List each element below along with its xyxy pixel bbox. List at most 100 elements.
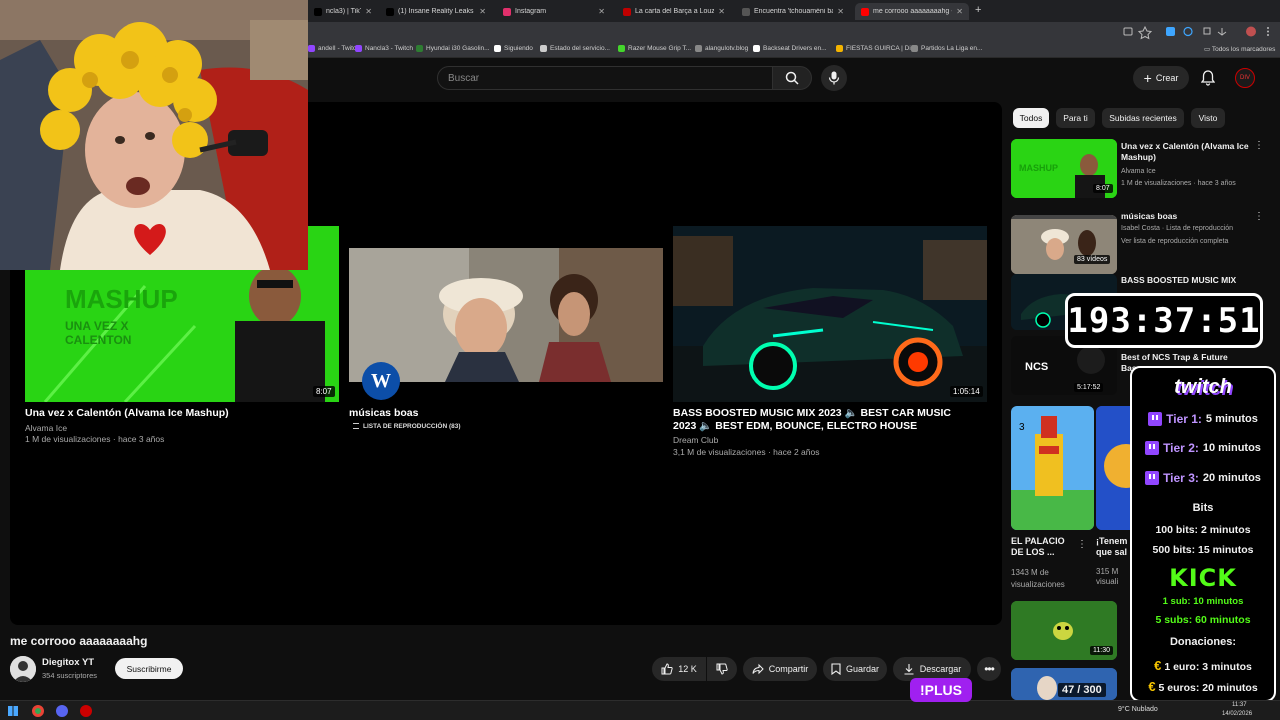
kick-logo: KICK <box>1169 564 1237 592</box>
browser-tab-1[interactable]: ncla3) | TikTok ✕ <box>308 3 378 20</box>
tab-favicon <box>386 7 394 16</box>
notifications-button[interactable] <box>1198 68 1218 88</box>
end-screen-views-1: 1 M de visualizaciones · hace 3 años <box>25 434 165 444</box>
all-bookmarks[interactable]: ▭ Todos los marcadores <box>1204 45 1275 53</box>
app-taskbar-icon[interactable] <box>56 705 68 717</box>
short-thumb-1[interactable]: 3 <box>1011 406 1094 530</box>
account-avatar[interactable]: DIV <box>1235 68 1255 88</box>
bookmark-item[interactable]: andelI - Twitch <box>308 45 360 52</box>
end-screen-title-2[interactable]: músicas boas <box>349 407 663 420</box>
end-screen-title-3[interactable]: BASS BOOSTED MUSIC MIX 2023 🔈 BEST CAR M… <box>673 407 973 433</box>
bookmark-item[interactable]: alangulotv.blog <box>695 45 748 52</box>
bookmark-favicon <box>416 45 423 52</box>
like-button[interactable]: 12 K <box>652 657 706 681</box>
short-title-2[interactable]: ¡Tenem que sal <box>1096 536 1130 558</box>
chip-para-ti[interactable]: Para ti <box>1056 108 1095 128</box>
voice-search-button[interactable] <box>821 65 847 91</box>
search-button[interactable] <box>772 66 812 90</box>
bookmark-label: Hyundai i30 Gasolin... <box>426 45 490 52</box>
sidebar-more-1[interactable]: ⋮ <box>1254 140 1264 151</box>
end-screen-thumb-3[interactable] <box>673 226 987 402</box>
subathon-timer: 193:37:51 <box>1065 293 1263 348</box>
end-screen-duration-1: 8:07 <box>313 386 335 397</box>
browser-tab-5[interactable]: Encuentra 'tchouaméni barcelo✕ <box>736 3 850 20</box>
sidebar-more-2[interactable]: ⋮ <box>1254 211 1264 222</box>
save-button[interactable]: Guardar <box>823 657 887 681</box>
bookmark-favicon <box>911 45 918 52</box>
bookmark-item[interactable]: Hyundai i30 Gasolin... <box>416 45 490 52</box>
channel-name[interactable]: Diegitox YT <box>42 657 94 668</box>
short-more-1[interactable]: ⋮ <box>1077 539 1087 550</box>
more-horizontal-icon: ••• <box>984 662 995 676</box>
close-tab-icon[interactable]: ✕ <box>956 7 963 16</box>
chrome-taskbar-icon[interactable] <box>32 705 44 717</box>
search-input[interactable]: Buscar <box>437 66 773 90</box>
bookmark-label: Partidos La Liga en... <box>921 45 983 52</box>
short-thumb-2[interactable] <box>1096 406 1132 530</box>
weather-widget[interactable]: 9°C Nublado <box>1118 706 1158 713</box>
share-icon <box>752 663 764 675</box>
share-label: Compartir <box>768 664 809 674</box>
tier-2-value: 10 minutos <box>1202 442 1261 454</box>
dislike-button[interactable] <box>707 657 737 681</box>
tier-1-label: Tier 1: <box>1166 412 1202 426</box>
bookmark-label: FIESTAS GUIRCA | Di... <box>846 45 917 52</box>
create-button[interactable]: + Crear <box>1133 66 1189 90</box>
bits-2-label: 500 bits: <box>1152 544 1196 556</box>
bits-row-1: 100 bits: 2 minutos <box>1132 524 1274 536</box>
svg-text:NCS: NCS <box>1025 361 1048 373</box>
plus-badge: !PLUS <box>910 678 972 702</box>
save-label: Guardar <box>845 664 880 674</box>
app2-taskbar-icon[interactable] <box>80 705 92 717</box>
close-tab-icon[interactable]: ✕ <box>837 7 844 16</box>
windows-taskbar: 9°C Nublado 11:37 14/02/2026 <box>0 700 1280 720</box>
bookmark-favicon <box>753 45 760 52</box>
bookmark-item[interactable]: Partidos La Liga en... <box>911 45 982 52</box>
tier-1-value: 5 minutos <box>1205 413 1258 425</box>
browser-tab-2[interactable]: (1) Insane Reality Leaks en X: "J ✕ <box>380 3 492 20</box>
chip-visto[interactable]: Visto <box>1191 108 1225 128</box>
bookmark-label: Estado del servicio... <box>550 45 610 52</box>
end-screen-title-1[interactable]: Una vez x Calentón (Alvama Ice Mashup) <box>25 407 339 420</box>
short-title-1[interactable]: EL PALACIO DE LOS ... <box>1011 536 1073 558</box>
new-tab-icon[interactable]: + <box>975 4 981 16</box>
share-button[interactable]: Compartir <box>743 657 817 681</box>
browser-tab-3[interactable]: Instagram ✕ <box>497 3 611 20</box>
browser-tab-4[interactable]: La carta del Barça a Louzán al✕ <box>617 3 731 20</box>
close-tab-icon[interactable]: ✕ <box>479 7 486 16</box>
chip-subidas-recientes[interactable]: Subidas recientes <box>1102 108 1184 128</box>
channel-avatar[interactable] <box>10 656 36 682</box>
bookmark-item[interactable]: Siguiendo <box>494 45 533 52</box>
browser-tab-6[interactable]: me corrooo aaaaaaaahg - YouT ✕ <box>855 3 969 20</box>
bookmark-item[interactable]: Backseat Drivers en... <box>753 45 827 52</box>
bits-1-label: 100 bits: <box>1155 524 1199 536</box>
end-screen-thumb-2[interactable] <box>349 248 663 382</box>
sidebar-channel-1: Alvama Ice <box>1121 168 1156 175</box>
donation-row-1: € 1 euro: 3 minutos <box>1132 658 1274 673</box>
donation-panel: twitch Tier 1: 5 minutos Tier 2: 10 minu… <box>1130 366 1276 702</box>
sidebar-title-1[interactable]: Una vez x Calentón (Alvama Ice Mashup) <box>1121 141 1249 163</box>
tab-favicon <box>314 7 322 16</box>
bookmark-item[interactable]: Estado del servicio... <box>540 45 610 52</box>
sidebar-thumb-2[interactable] <box>1011 215 1117 274</box>
bookmark-item[interactable]: Nancla3 - Twitch <box>355 45 413 52</box>
windows-start-icon[interactable] <box>8 706 18 716</box>
tab-favicon <box>861 7 869 16</box>
create-label: Crear <box>1155 73 1179 83</box>
tab-title: ncla3) | TikTok <box>326 8 361 15</box>
more-actions-button[interactable]: ••• <box>977 657 1001 681</box>
svg-text:CALENTON: CALENTON <box>65 333 131 347</box>
thumbs-down-icon <box>716 663 728 675</box>
clock-time[interactable]: 11:37 <box>1232 702 1247 708</box>
sidebar-title-2[interactable]: músicas boas <box>1121 211 1249 222</box>
close-tab-icon[interactable]: ✕ <box>365 7 372 16</box>
bookmark-item[interactable]: FIESTAS GUIRCA | Di... <box>836 45 916 52</box>
clock-date[interactable]: 14/02/2026 <box>1222 711 1252 717</box>
bookmark-item[interactable]: Razer Mouse Grip T... <box>618 45 691 52</box>
subscribe-button[interactable]: Suscribirme <box>115 658 183 679</box>
chip-todos[interactable]: Todos <box>1013 108 1049 128</box>
bits-header: Bits <box>1192 502 1214 514</box>
close-tab-icon[interactable]: ✕ <box>598 7 605 16</box>
sidebar-title-3[interactable]: BASS BOOSTED MUSIC MIX <box>1121 275 1249 286</box>
close-tab-icon[interactable]: ✕ <box>718 7 725 16</box>
